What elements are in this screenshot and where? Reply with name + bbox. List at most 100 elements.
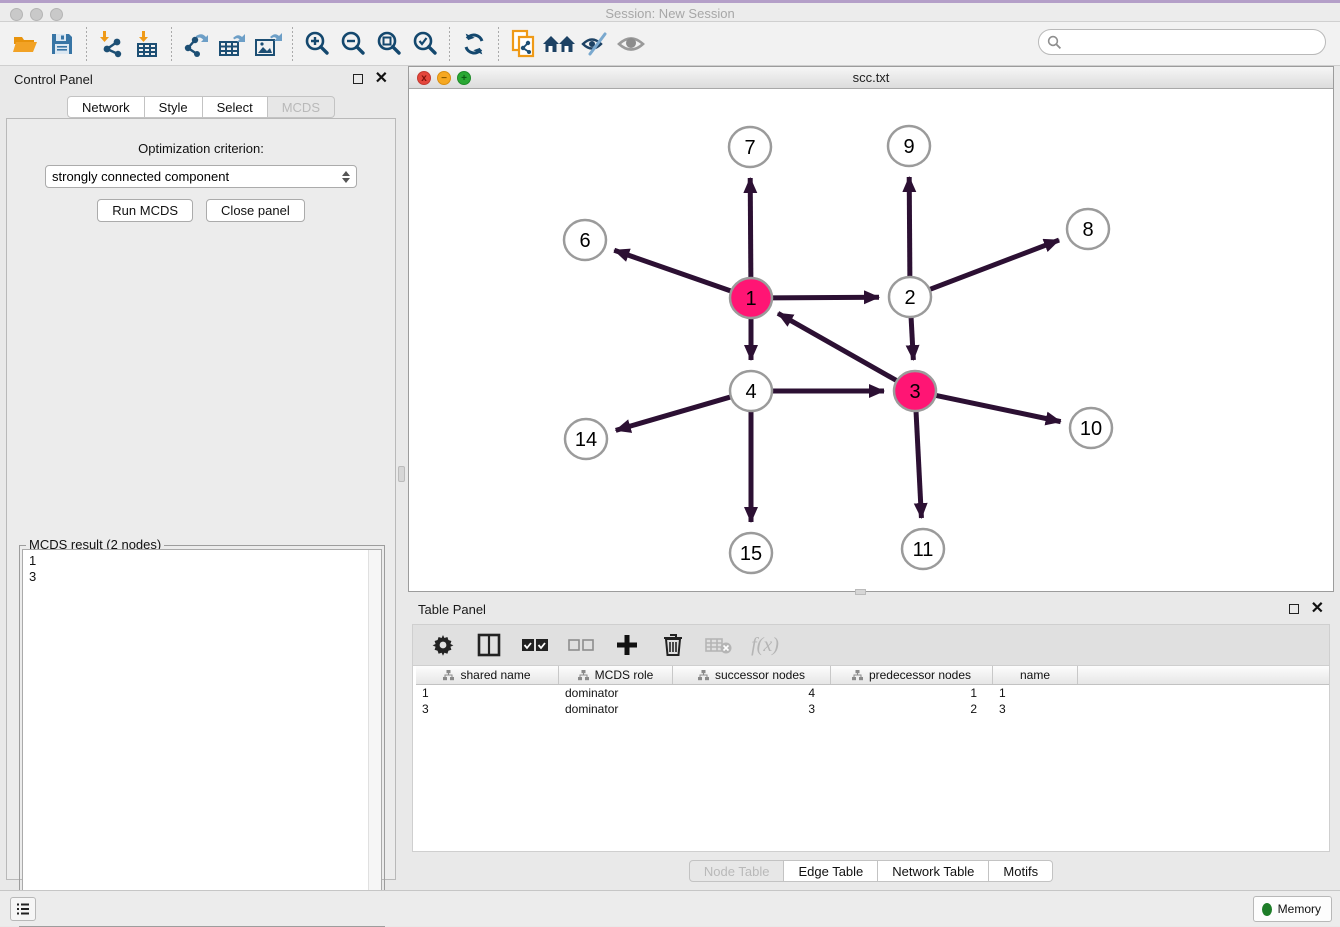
search-field[interactable] xyxy=(1038,29,1326,55)
graph-node-6[interactable]: 6 xyxy=(564,220,606,260)
export-network-button[interactable] xyxy=(178,26,214,62)
graph-edge-1-2[interactable] xyxy=(770,297,879,298)
columns-icon xyxy=(477,633,501,657)
column-label: shared name xyxy=(460,668,530,682)
mcds-result-scrollbar[interactable] xyxy=(368,550,381,923)
mcds-result-line: 1 xyxy=(29,553,375,569)
column-label: MCDS role xyxy=(595,668,654,682)
graph-node-2[interactable]: 2 xyxy=(889,277,931,317)
export-table-button[interactable] xyxy=(214,26,250,62)
open-session-button[interactable] xyxy=(8,26,44,62)
horizontal-splitter-grip[interactable] xyxy=(855,589,866,595)
toolbar-separator xyxy=(449,27,450,61)
graph-edge-3-10[interactable] xyxy=(934,395,1061,422)
mcds-result-textarea[interactable]: 13 xyxy=(22,549,382,924)
table-cell: 2 xyxy=(831,701,993,717)
network-window-title: scc.txt xyxy=(409,70,1333,85)
import-network-button[interactable] xyxy=(93,26,129,62)
tab-edge-table[interactable]: Edge Table xyxy=(784,860,878,882)
control-panel-close-icon[interactable]: ✕ xyxy=(375,74,388,84)
svg-text:3: 3 xyxy=(909,381,920,403)
tab-mcds[interactable]: MCDS xyxy=(268,96,335,118)
task-history-button[interactable] xyxy=(10,897,36,921)
zoom-fit-button[interactable] xyxy=(371,26,407,62)
graph-node-15[interactable]: 15 xyxy=(730,533,772,573)
search-input[interactable] xyxy=(1062,35,1317,49)
graph-edge-2-3[interactable] xyxy=(911,316,913,360)
control-panel-header: Control Panel ✕ xyxy=(4,66,398,92)
vertical-splitter[interactable] xyxy=(398,66,405,884)
graph-edge-1-6[interactable] xyxy=(614,250,733,292)
create-column-button[interactable] xyxy=(613,631,641,659)
column-header-MCDS-role[interactable]: MCDS role xyxy=(559,666,673,684)
graph-node-11[interactable]: 11 xyxy=(902,529,944,569)
show-all-button[interactable] xyxy=(613,26,649,62)
column-header-successor-nodes[interactable]: successor nodes xyxy=(673,666,831,684)
table-cell: 1 xyxy=(993,685,1078,701)
mcds-panel: Optimization criterion: strongly connect… xyxy=(6,118,396,880)
network-graph[interactable]: 7 9 6 8 1 2 4 3 14 10 15 11 xyxy=(409,89,1333,591)
control-panel-float-icon[interactable] xyxy=(353,74,363,84)
graph-node-4[interactable]: 4 xyxy=(730,371,772,411)
graph-node-8[interactable]: 8 xyxy=(1067,209,1109,249)
tab-network[interactable]: Network xyxy=(67,96,145,118)
table-panel-float-icon[interactable] xyxy=(1289,604,1299,614)
graph-node-3[interactable]: 3 xyxy=(894,371,936,411)
column-header-shared-name[interactable]: shared name xyxy=(416,666,559,684)
export-image-button[interactable] xyxy=(250,26,286,62)
table-panel-close-icon[interactable]: ✕ xyxy=(1311,604,1324,614)
table-row[interactable]: 1dominator411 xyxy=(416,685,1329,701)
graph-edge-2-8[interactable] xyxy=(928,240,1059,290)
zoom-in-button[interactable] xyxy=(299,26,335,62)
network-window-titlebar[interactable]: x − + scc.txt xyxy=(409,67,1333,89)
memory-button[interactable]: Memory xyxy=(1253,896,1332,922)
table-settings-button[interactable] xyxy=(429,631,457,659)
graph-node-9[interactable]: 9 xyxy=(888,126,930,166)
graph-node-7[interactable]: 7 xyxy=(729,127,771,167)
list-icon xyxy=(16,902,30,916)
graph-node-1[interactable]: 1 xyxy=(730,278,772,318)
import-table-button[interactable] xyxy=(129,26,165,62)
graph-edge-1-7[interactable] xyxy=(750,178,751,279)
graph-edge-4-14[interactable] xyxy=(616,396,733,430)
deselect-all-columns-button[interactable] xyxy=(567,631,595,659)
memory-label: Memory xyxy=(1278,902,1321,916)
zoom-out-button[interactable] xyxy=(335,26,371,62)
close-panel-button[interactable]: Close panel xyxy=(206,199,305,222)
svg-text:14: 14 xyxy=(575,429,597,451)
run-mcds-button[interactable]: Run MCDS xyxy=(97,199,193,222)
select-all-columns-button[interactable] xyxy=(521,631,549,659)
graph-edge-3-1[interactable] xyxy=(778,313,899,381)
save-session-button[interactable] xyxy=(44,26,80,62)
tab-motifs[interactable]: Motifs xyxy=(989,860,1053,882)
splitter-grip[interactable] xyxy=(398,466,405,482)
column-header-name[interactable]: name xyxy=(993,666,1078,684)
gear-icon xyxy=(432,634,454,656)
column-sort-icon xyxy=(578,670,589,681)
tab-select[interactable]: Select xyxy=(203,96,268,118)
svg-text:11: 11 xyxy=(913,539,934,561)
svg-text:10: 10 xyxy=(1080,418,1102,440)
graph-edge-2-9[interactable] xyxy=(909,177,910,278)
column-header-predecessor-nodes[interactable]: predecessor nodes xyxy=(831,666,993,684)
tab-node-table[interactable]: Node Table xyxy=(689,860,785,882)
graph-edge-3-11[interactable] xyxy=(916,410,921,518)
graph-node-14[interactable]: 14 xyxy=(565,419,607,459)
table-cell: dominator xyxy=(559,685,673,701)
toolbar-separator xyxy=(498,27,499,61)
toolbar-separator xyxy=(292,27,293,61)
apply-layout-button[interactable] xyxy=(456,26,492,62)
zoom-selected-button[interactable] xyxy=(407,26,443,62)
clone-network-button[interactable] xyxy=(505,26,541,62)
optimization-criterion-select[interactable]: strongly connected component xyxy=(45,165,357,188)
tab-style[interactable]: Style xyxy=(145,96,203,118)
column-selector-button[interactable] xyxy=(475,631,503,659)
first-neighbors-button[interactable] xyxy=(541,26,577,62)
tab-network-table[interactable]: Network Table xyxy=(878,860,989,882)
mcds-result-group: MCDS result (2 nodes) 13 xyxy=(19,545,385,927)
export-image-icon xyxy=(253,30,283,58)
graph-node-10[interactable]: 10 xyxy=(1070,408,1112,448)
delete-column-button[interactable] xyxy=(659,631,687,659)
table-row[interactable]: 3dominator323 xyxy=(416,701,1329,717)
hide-selected-button[interactable] xyxy=(577,26,613,62)
